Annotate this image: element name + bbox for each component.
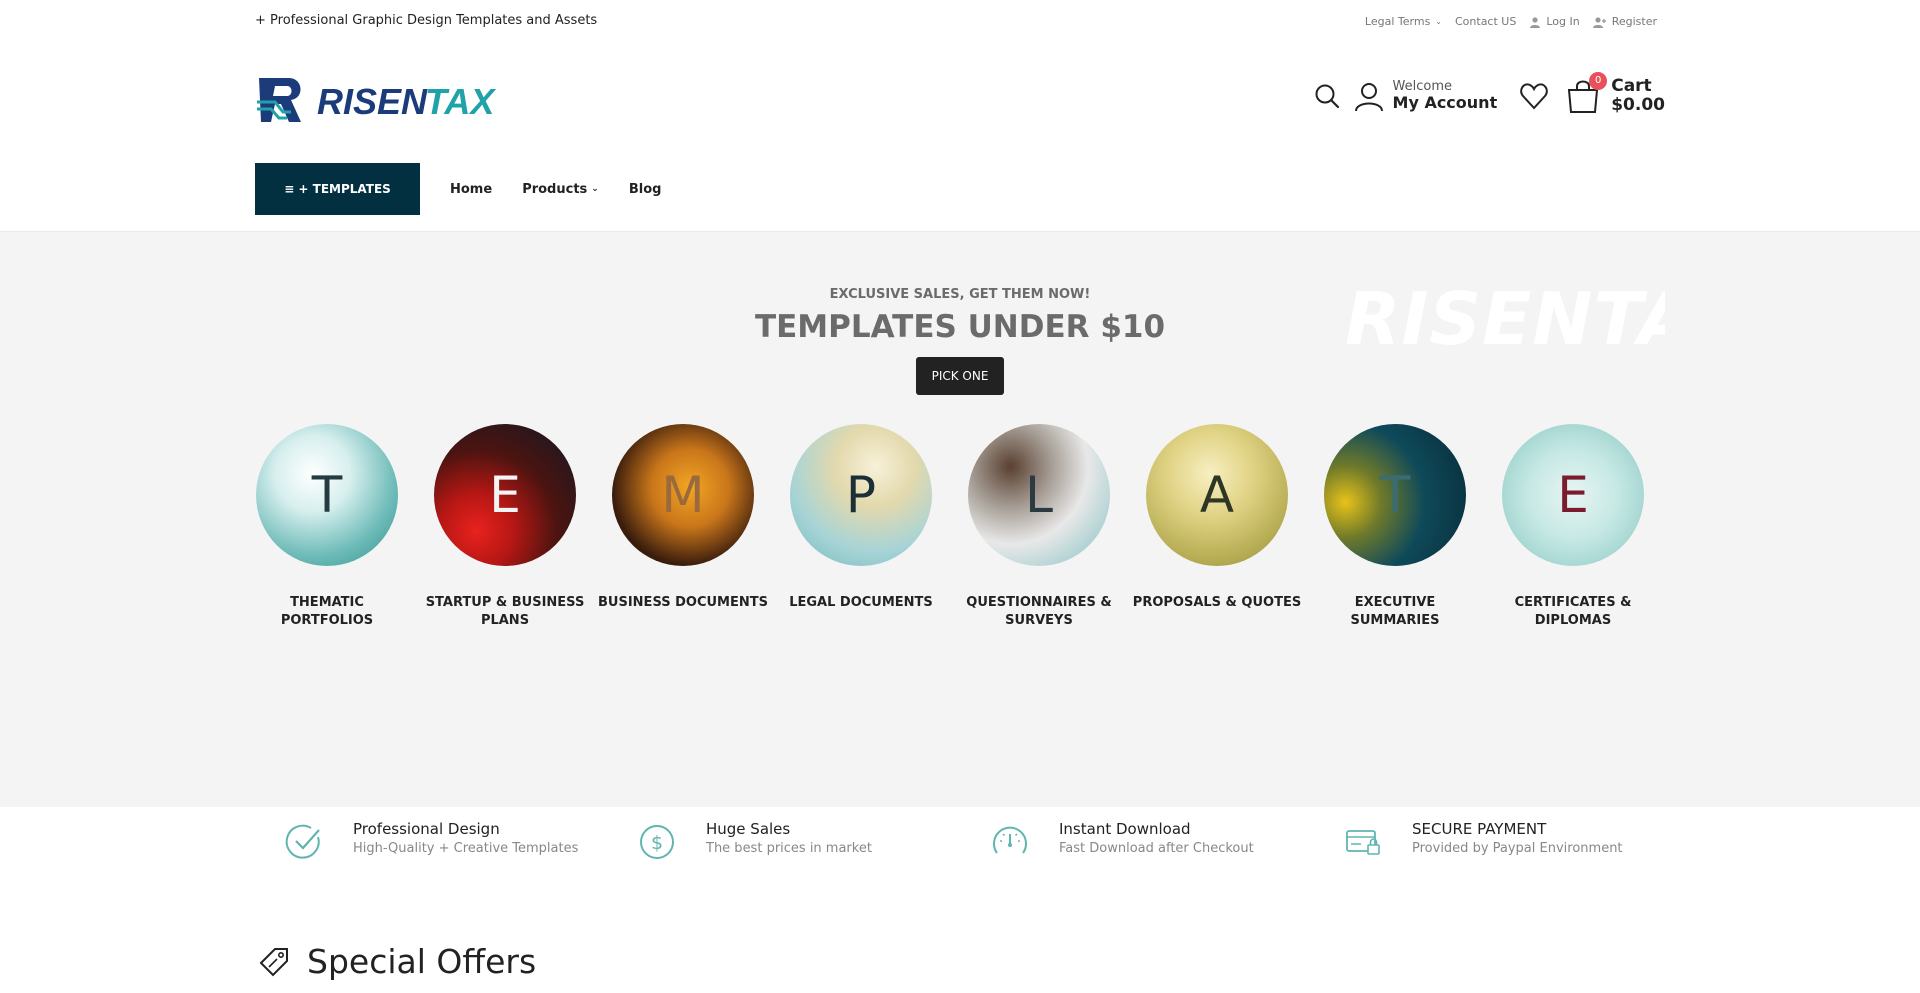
category-label: QUESTIONNAIRES & SURVEYS [966,595,1112,628]
secure-card-icon [1346,830,1380,855]
category-item[interactable]: T THEMATIC PORTFOLIOS [256,424,398,629]
price-tag-icon [259,947,288,976]
svg-text:$: $ [651,832,663,854]
feature-item: Professional Design High-Quality + Creat… [285,820,638,861]
user-icon [1530,16,1541,28]
register-label: Register [1611,15,1657,28]
category-letter: A [1199,466,1235,524]
contact-link[interactable]: Contact US [1455,15,1516,28]
special-offers-title: Special Offers [307,942,537,981]
banner-subtitle: EXCLUSIVE SALES, GET THEM NOW! [829,287,1091,302]
feature-desc: The best prices in market [706,841,872,856]
feature-title: Huge Sales [706,820,791,838]
cart-label: Cart [1611,76,1652,97]
category-letter: E [489,466,521,524]
my-account-label: My Account [1392,93,1498,113]
nav-blog[interactable]: Blog [629,182,662,197]
feature-strip: Professional Design High-Quality + Creat… [285,820,1697,861]
user-plus-icon [1592,16,1606,28]
category-item[interactable]: E CERTIFICATES & DIPLOMAS [1502,424,1644,629]
category-label: PROPOSALS & QUOTES [1132,595,1302,610]
category-letter: E [1557,466,1589,524]
feature-item: $ Huge Sales The best prices in market [638,820,991,861]
welcome-text: Welcome [1392,79,1452,95]
my-account[interactable]: Welcome My Account [1353,79,1498,113]
category-letter: M [661,466,705,524]
cart-count-badge: 0 [1589,72,1608,90]
nav-products[interactable]: Products ⌄ [522,182,599,197]
nav-home-label: Home [450,181,493,197]
svg-text:RISEN: RISEN [317,81,428,122]
svg-text:TAX: TAX [425,81,496,122]
heart-icon[interactable] [1519,81,1549,111]
legal-terms-label: Legal Terms [1364,15,1431,28]
category-image[interactable]: P [790,424,932,566]
nav-home[interactable]: Home [450,182,492,197]
feature-desc: High-Quality + Creative Templates [353,841,579,856]
category-item[interactable]: A PROPOSALS & QUOTES [1133,424,1301,629]
category-letter: T [311,466,343,524]
feature-title: Instant Download [1059,820,1191,838]
category-image[interactable]: M [612,424,754,566]
category-label: CERTIFICATES & DIPLOMAS [1514,595,1632,628]
top-links: Legal Terms ⌄ Contact US Log In Register [1365,15,1657,28]
tagline: + Professional Graphic Design Templates … [255,13,598,28]
top-bar: + Professional Graphic Design Templates … [0,0,1920,44]
category-item[interactable]: E STARTUP & BUSINESS PLANS [426,424,584,629]
banner-title: TEMPLATES UNDER $10 [754,309,1166,345]
category-label: EXECUTIVE SUMMARIES [1350,595,1440,628]
category-label: BUSINESS DOCUMENTS [598,595,768,610]
login-link[interactable]: Log In [1529,15,1580,28]
header-actions: Welcome My Account 0 Cart $0.00 [1313,72,1665,120]
cart-amount: $0.00 [1611,95,1665,115]
category-letter: T [1379,466,1411,524]
feature-item: SECURE PAYMENT Provided by Paypal Enviro… [1344,820,1697,861]
risentax-logo[interactable]: RISEN TAX [255,72,505,128]
category-image[interactable]: E [1502,424,1644,566]
special-offers-heading: Special Offers [257,942,536,981]
speedometer-icon [993,826,1027,854]
feature-item: Instant Download Fast Download after Che… [991,820,1344,861]
category-image[interactable]: T [256,424,398,566]
search-icon[interactable] [1313,82,1341,110]
nav-products-label: Products [522,181,588,197]
login-label: Log In [1546,15,1580,28]
category-label: LEGAL DOCUMENTS [789,595,933,610]
register-link[interactable]: Register [1592,15,1657,28]
category-list: T THEMATIC PORTFOLIOS E STARTUP & BUSINE… [256,424,1644,629]
main-nav: ≡ + TEMPLATES Home Products ⌄ Blog [255,163,661,215]
category-image[interactable]: T [1324,424,1466,566]
category-item[interactable]: T EXECUTIVE SUMMARIES [1324,424,1466,629]
user-icon [1354,83,1383,112]
category-image[interactable]: L [968,424,1110,566]
feature-desc: Provided by Paypal Environment [1412,841,1623,856]
feature-desc: Fast Download after Checkout [1059,841,1254,856]
chevron-down-icon: ⌄ [591,184,599,194]
legal-terms-dropdown[interactable]: Legal Terms ⌄ [1365,15,1442,28]
cart[interactable]: 0 Cart $0.00 [1565,72,1665,115]
category-image[interactable]: E [434,424,576,566]
category-letter: L [1025,466,1053,524]
category-image[interactable]: A [1146,424,1288,566]
templates-menu-button[interactable]: ≡ + TEMPLATES [255,163,420,215]
nav-blog-label: Blog [628,181,662,197]
category-item[interactable]: P LEGAL DOCUMENTS [789,424,933,629]
cart-icon-wrap: 0 [1565,72,1608,114]
hero-banner: RISENTAX EXCLUSIVE SALES, GET THEM NOW! … [0,231,1920,807]
category-label: THEMATIC PORTFOLIOS [280,595,374,628]
category-item[interactable]: L QUESTIONNAIRES & SURVEYS [966,424,1112,629]
feature-title: Professional Design [353,820,500,838]
chevron-down-icon: ⌄ [1435,17,1442,26]
contact-label: Contact US [1455,15,1517,28]
check-circle-icon [285,824,320,859]
category-item[interactable]: M BUSINESS DOCUMENTS [598,424,768,629]
category-letter: P [845,466,877,524]
feature-title: SECURE PAYMENT [1412,820,1547,838]
category-label: STARTUP & BUSINESS PLANS [425,595,585,628]
pick-one-button[interactable]: PICK ONE [916,357,1004,395]
dollar-circle-icon: $ [640,825,674,859]
